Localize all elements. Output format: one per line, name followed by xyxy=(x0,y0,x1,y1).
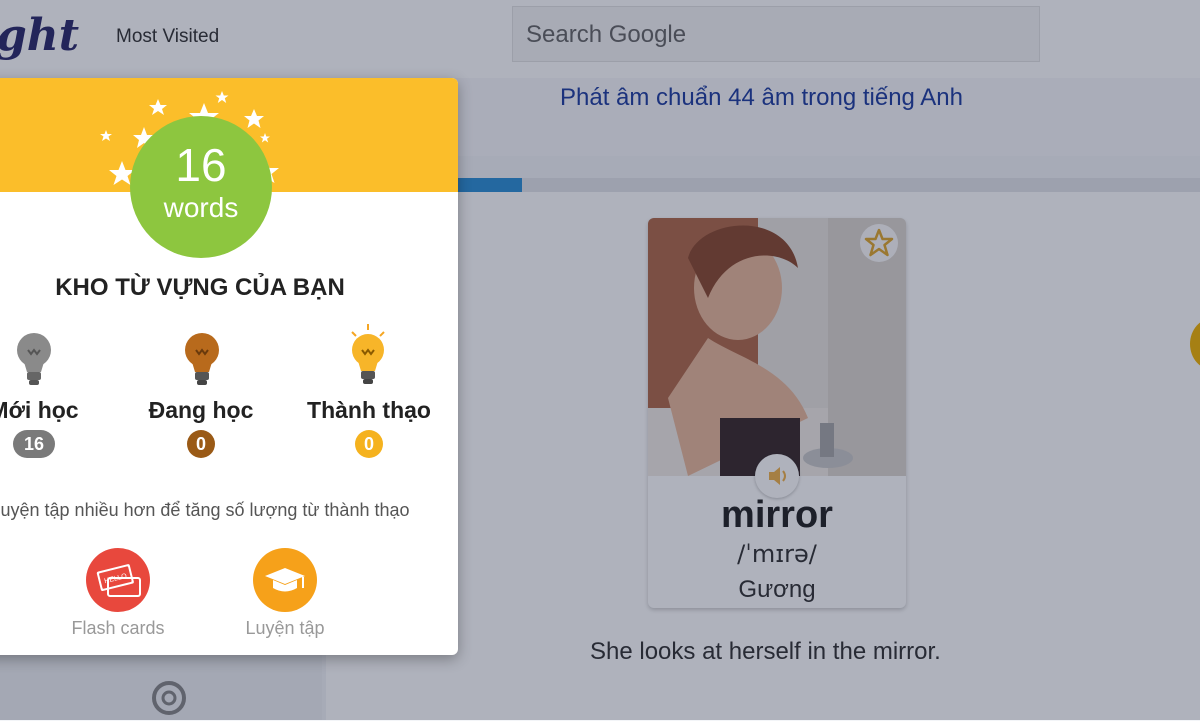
flash-cards-label[interactable]: Flash cards xyxy=(48,618,188,639)
word-count-unit: words xyxy=(163,192,239,223)
level-count-mastered: 0 xyxy=(355,430,383,458)
flash-cards-icon: HELLO xyxy=(96,564,141,597)
bulb-lit-icon xyxy=(351,324,385,384)
word-count: 16 xyxy=(175,139,227,191)
practice-button[interactable] xyxy=(253,548,317,612)
practice-label[interactable]: Luyện tập xyxy=(215,618,355,639)
level-label-mastered: Thành thạo xyxy=(307,397,431,423)
bulb-gray-icon xyxy=(17,333,51,385)
bulb-brown-icon xyxy=(185,333,219,385)
level-count-new: 16 xyxy=(13,430,55,458)
level-count-learning: 0 xyxy=(187,430,215,458)
practice-hint: Luyện tập nhiều hơn để tăng số lượng từ … xyxy=(0,500,410,520)
level-label-new: Mới học xyxy=(0,397,79,423)
level-label-learning: Đang học xyxy=(148,397,254,423)
popup-title: KHO TỪ VỰNG CỦA BẠN xyxy=(55,274,345,301)
flash-cards-button[interactable]: HELLO xyxy=(86,548,150,612)
vocabulary-popup: 16 words KHO TỪ VỰNG CỦA BẠN Mới học 16 … xyxy=(0,78,458,655)
word-count-circle: 16 words xyxy=(130,116,272,258)
graduation-cap-icon xyxy=(265,568,305,592)
